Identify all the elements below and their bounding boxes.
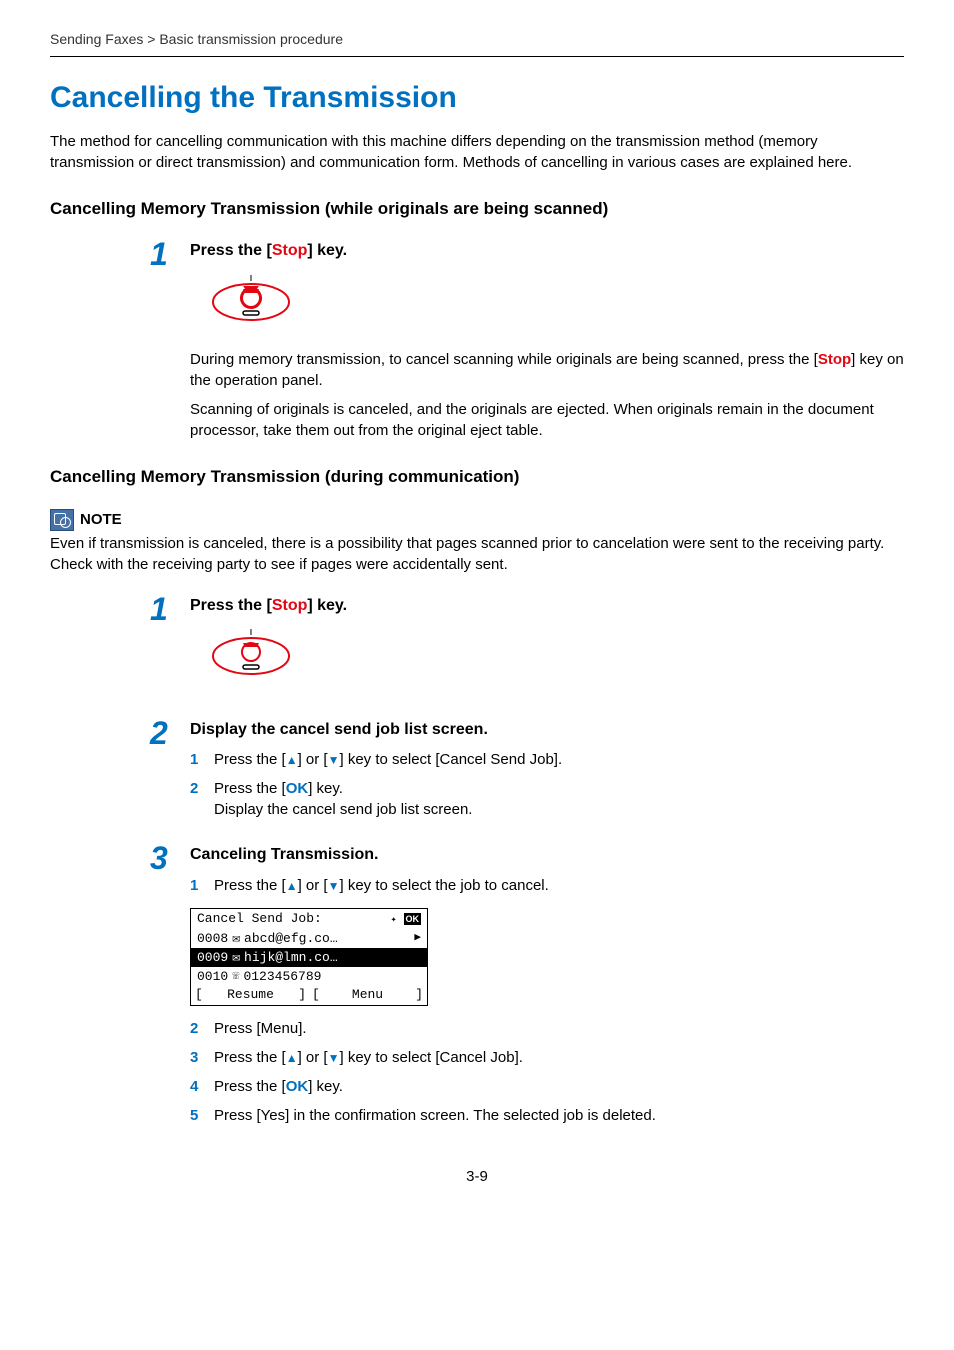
- note-label: NOTE: [80, 509, 122, 530]
- stop-key-inline: Stop: [818, 351, 851, 368]
- mail-icon: [232, 951, 240, 964]
- substep: 2 Press the [OK] key. Display the cancel…: [190, 778, 904, 820]
- lcd-row-1: 0008 abcd@efg.co… ▶: [191, 929, 427, 948]
- substep-num: 1: [190, 749, 198, 770]
- substep-text: Press the [▲] or [▼] key to select [Canc…: [214, 1049, 523, 1066]
- substep-text: Press the [▲] or [▼] key to select the j…: [214, 877, 549, 894]
- nav-arrows-icon: ✦: [391, 915, 396, 926]
- page-number: 3-9: [50, 1166, 904, 1187]
- breadcrumb: Sending Faxes > Basic transmission proce…: [50, 30, 904, 50]
- page-title: Cancelling the Transmission: [50, 77, 904, 119]
- job-dest: abcd@efg.co…: [244, 932, 410, 945]
- lcd-softkey-row: Resume Menu: [191, 986, 427, 1005]
- substep-text: Press the [OK] key. Display the cancel s…: [214, 780, 472, 818]
- stop-key-label: Stop: [272, 242, 308, 259]
- section-b-step-1: 1 Press the [Stop] key.: [190, 595, 904, 695]
- down-arrow-icon: ▼: [328, 879, 340, 893]
- para-pre: During memory transmission, to cancel sc…: [190, 351, 818, 368]
- lcd-header-row: Cancel Send Job: ✦ OK: [191, 909, 427, 929]
- section-a-heading: Cancelling Memory Transmission (while or…: [50, 197, 904, 221]
- note-body: Even if transmission is canceled, there …: [50, 533, 904, 575]
- fax-icon: ☏: [232, 970, 239, 982]
- lcd-title: Cancel Send Job:: [197, 912, 322, 925]
- substep-num: 2: [190, 1018, 198, 1039]
- substep: 1 Press the [▲] or [▼] key to select [Ca…: [190, 749, 904, 770]
- up-arrow-icon: ▲: [286, 1051, 298, 1065]
- down-arrow-icon: ▼: [328, 753, 340, 767]
- substep-num: 5: [190, 1105, 198, 1126]
- text-post: ] key.: [308, 1078, 343, 1095]
- lcd-indicators: ✦ OK: [391, 912, 421, 926]
- text-pre: Press the [: [214, 1078, 286, 1095]
- ok-key-label: OK: [286, 1078, 309, 1095]
- substep: 1 Press the [▲] or [▼] key to select the…: [190, 875, 904, 896]
- up-arrow-icon: ▲: [286, 879, 298, 893]
- step-title: Press the [Stop] key.: [190, 595, 904, 617]
- section-b-step-3: 3 Canceling Transmission. 1 Press the [▲…: [190, 844, 904, 1125]
- substep-text: Press [Menu].: [214, 1020, 307, 1037]
- lcd-row-2-selected: 0009 hijk@lmn.co…: [191, 948, 427, 967]
- substep: 5 Press [Yes] in the confirmation screen…: [190, 1105, 904, 1126]
- lcd-row-3: 0010 ☏ 0123456789: [191, 967, 427, 986]
- stop-key-label: Stop: [272, 597, 308, 614]
- lcd-screen: Cancel Send Job: ✦ OK 0008 abcd@efg.co… …: [190, 908, 428, 1006]
- step-title-pre: Press the [: [190, 597, 272, 614]
- mail-icon: [232, 932, 240, 945]
- step-title-post: ] key.: [307, 242, 347, 259]
- step-number-icon: 3: [150, 836, 168, 881]
- step-title: Display the cancel send job list screen.: [190, 719, 904, 741]
- note-box: NOTE Even if transmission is canceled, t…: [50, 509, 904, 575]
- substep-text: Press [Yes] in the confirmation screen. …: [214, 1107, 656, 1124]
- substep-text: Press the [▲] or [▼] key to select [Canc…: [214, 751, 562, 768]
- step-body-1: During memory transmission, to cancel sc…: [190, 349, 904, 391]
- ok-badge-icon: OK: [404, 913, 422, 925]
- stop-button-illustration: [210, 275, 292, 323]
- up-arrow-icon: ▲: [286, 753, 298, 767]
- divider: [50, 56, 904, 57]
- job-dest: hijk@lmn.co…: [244, 951, 338, 964]
- chevron-right-icon: ▶: [414, 933, 421, 944]
- job-id: 0010: [197, 970, 228, 983]
- step-number-icon: 1: [150, 232, 168, 277]
- job-dest: 0123456789: [243, 970, 321, 983]
- section-b-step-2: 2 Display the cancel send job list scree…: [190, 719, 904, 820]
- down-arrow-icon: ▼: [328, 1051, 340, 1065]
- substep-num: 3: [190, 1047, 198, 1068]
- section-b-heading: Cancelling Memory Transmission (during c…: [50, 465, 904, 489]
- text-line2: Display the cancel send job list screen.: [214, 801, 472, 818]
- substep: 2 Press [Menu].: [190, 1018, 904, 1039]
- section-a-step-1: 1 Press the [Stop] key. During memory tr…: [190, 240, 904, 440]
- text-pre: Press the [: [214, 780, 286, 797]
- ok-key-label: OK: [286, 780, 309, 797]
- text-post: ] key.: [308, 780, 343, 797]
- substep: 4 Press the [OK] key.: [190, 1076, 904, 1097]
- step-body-2: Scanning of originals is canceled, and t…: [190, 399, 904, 441]
- softkey-resume: Resume: [195, 988, 306, 1001]
- step-title: Press the [Stop] key.: [190, 240, 904, 262]
- job-id: 0009: [197, 951, 228, 964]
- substep: 3 Press the [▲] or [▼] key to select [Ca…: [190, 1047, 904, 1068]
- step-number-icon: 1: [150, 587, 168, 632]
- job-id: 0008: [197, 932, 228, 945]
- note-icon: [50, 509, 74, 531]
- substep-num: 1: [190, 875, 198, 896]
- softkey-menu: Menu: [312, 988, 423, 1001]
- step-title-pre: Press the [: [190, 242, 272, 259]
- substep-num: 4: [190, 1076, 198, 1097]
- intro-text: The method for cancelling communication …: [50, 131, 904, 173]
- substep-num: 2: [190, 778, 198, 799]
- substep-text: Press the [OK] key.: [214, 1078, 343, 1095]
- step-number-icon: 2: [150, 711, 168, 756]
- step-title: Canceling Transmission.: [190, 844, 904, 866]
- step-title-post: ] key.: [307, 597, 347, 614]
- stop-button-illustration: [210, 629, 292, 677]
